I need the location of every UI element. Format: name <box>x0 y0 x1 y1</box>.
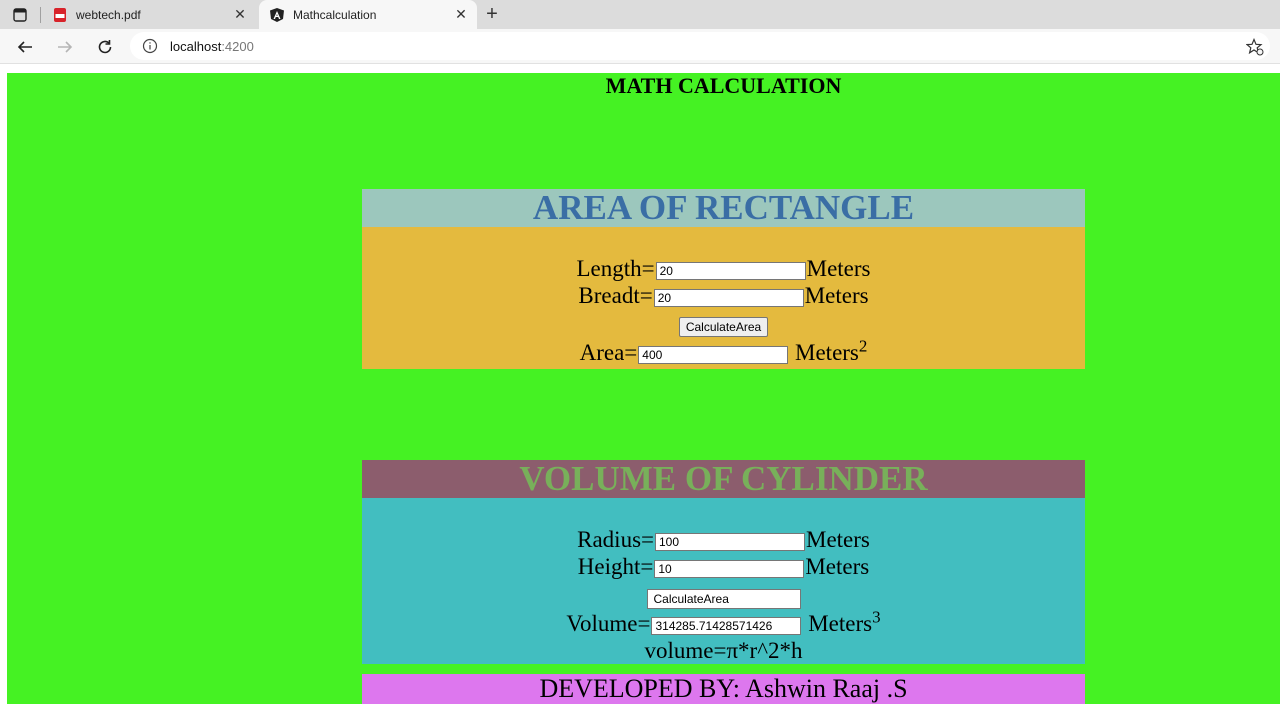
url-port: :4200 <box>221 38 254 54</box>
rectangle-section: AREA OF RECTANGLE Length= Meters Breadt= M… <box>362 189 1085 369</box>
tab-strip: webtech.pdf ✕ Mathcalculation ✕ + <box>0 0 1280 29</box>
reload-icon[interactable] <box>94 36 116 58</box>
volume-output[interactable] <box>651 616 802 635</box>
breadth-label: Breadt= <box>578 283 653 308</box>
breadth-unit: Meters <box>804 283 869 308</box>
info-icon[interactable] <box>142 38 158 54</box>
volume-unit: Meters <box>808 611 873 636</box>
pdf-icon <box>52 7 68 23</box>
breadth-input[interactable] <box>653 288 804 307</box>
area-unit: Meters <box>795 340 859 365</box>
area-exponent: 2 <box>858 336 868 356</box>
volume-exponent: 3 <box>872 607 881 627</box>
area-label: Area= <box>579 340 638 365</box>
calculate-row: CalculateArea <box>362 314 1085 337</box>
area-row: Area= Meters2 <box>362 337 1085 366</box>
tab-mathcalculation[interactable]: Mathcalculation ✕ <box>259 0 477 29</box>
tab-title: webtech.pdf <box>76 7 141 22</box>
length-row: Length= Meters <box>362 256 1085 282</box>
page-viewport: MATH CALCULATION AREA OF RECTANGLE Lengt… <box>0 64 1280 704</box>
close-tab-icon[interactable]: ✕ <box>230 6 250 23</box>
radius-input[interactable] <box>655 532 805 551</box>
url-host: localhost <box>170 38 222 54</box>
tab-webtech-pdf[interactable]: webtech.pdf ✕ <box>44 0 256 29</box>
area-output[interactable] <box>638 345 789 364</box>
height-label: Height= <box>577 554 654 579</box>
radius-row: Radius= Meters <box>362 527 1085 553</box>
browser-toolbar: localhost:4200 <box>0 29 1280 64</box>
favorite-star-icon[interactable] <box>1245 37 1264 56</box>
tab-title: Mathcalculation <box>293 7 377 22</box>
calculate-area-button[interactable]: CalculateArea <box>678 317 769 337</box>
new-tab-button[interactable]: + <box>482 3 502 25</box>
length-label: Length= <box>576 256 655 281</box>
length-unit: Meters <box>806 256 871 281</box>
forward-icon[interactable] <box>54 36 76 58</box>
tab-separator <box>40 7 41 23</box>
cylinder-section: VOLUME OF CYLINDER Radius= Meters Height=… <box>362 460 1085 664</box>
height-input[interactable] <box>654 559 805 578</box>
address-bar[interactable]: localhost:4200 <box>130 32 1270 60</box>
breadth-row: Breadt= Meters <box>362 283 1085 309</box>
developer-footer: DEVELOPED BY: Ashwin Raaj .S <box>362 674 1085 704</box>
calculate-volume-button[interactable]: CalculateArea <box>646 589 801 609</box>
tab-actions-icon[interactable] <box>12 7 28 23</box>
radius-unit: Meters <box>806 527 870 552</box>
rectangle-heading: AREA OF RECTANGLE <box>362 189 1085 227</box>
volume-label: Volume= <box>566 611 651 636</box>
length-input[interactable] <box>655 261 806 280</box>
volume-formula: volume=π*r^2*h <box>644 638 803 663</box>
radius-label: Radius= <box>577 527 654 552</box>
page-title: MATH CALCULATION <box>605 73 842 98</box>
cylinder-heading: VOLUME OF CYLINDER <box>362 460 1085 498</box>
volume-row: Volume= Meters3 <box>362 608 1085 637</box>
height-row: Height= Meters <box>362 554 1085 580</box>
calculate-volume-row: CalculateArea <box>362 586 1085 609</box>
cylinder-body: Radius= Meters Height= Meters CalculateAre… <box>362 498 1085 664</box>
close-tab-icon[interactable]: ✕ <box>451 6 471 23</box>
page-background: MATH CALCULATION AREA OF RECTANGLE Lengt… <box>7 73 1280 704</box>
rectangle-body: Length= Meters Breadt= Meters CalculateAre… <box>362 227 1085 369</box>
angular-icon <box>269 7 285 23</box>
back-icon[interactable] <box>14 36 36 58</box>
formula-row: volume=π*r^2*h <box>362 638 1085 664</box>
height-unit: Meters <box>805 554 870 579</box>
